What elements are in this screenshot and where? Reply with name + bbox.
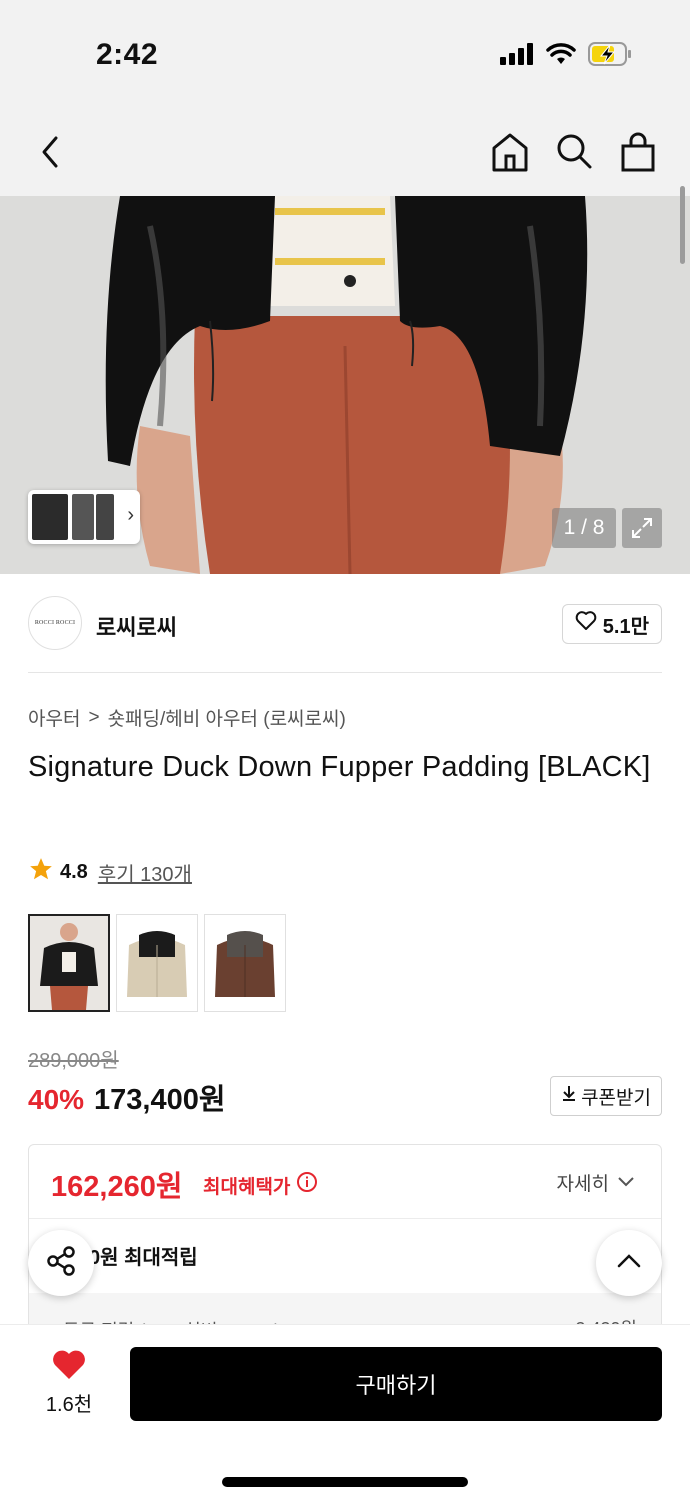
image-thumbnail-strip[interactable]: › [28, 490, 140, 544]
download-icon [561, 1084, 577, 1108]
product-image-carousel[interactable]: › 1 / 8 [0, 196, 690, 574]
status-icons [500, 42, 632, 71]
thumbnail-image [72, 494, 94, 540]
nav-bar [0, 110, 690, 196]
detail-toggle[interactable]: 자세히 [557, 1169, 635, 1196]
brand-row: ROCCI ROCCI 로씨로씨 5.1만 [28, 596, 662, 652]
image-counter: 1 / 8 [552, 508, 616, 548]
color-option-brown[interactable] [204, 914, 286, 1012]
nav-actions [490, 130, 658, 174]
color-option-beige[interactable] [116, 914, 198, 1012]
brand-name[interactable]: 로씨로씨 [96, 610, 177, 642]
chevron-up-icon [615, 1252, 643, 1275]
brand-logo[interactable]: ROCCI ROCCI [28, 596, 82, 650]
color-options [28, 914, 286, 1012]
max-benefit-price: 162,260원 [51, 1171, 183, 1203]
wish-button[interactable]: 1.6천 [40, 1349, 98, 1417]
battery-charging-icon [588, 42, 632, 71]
thumbnail-image [32, 494, 68, 540]
status-bar: 2:42 [0, 0, 690, 110]
bottom-bar: 1.6천 구매하기 [0, 1324, 690, 1500]
max-points: 0원 최대적립 [89, 1247, 198, 1269]
share-icon [44, 1244, 78, 1283]
scroll-top-button[interactable] [596, 1230, 662, 1296]
max-benefit-label: 최대혜택가 [203, 1171, 318, 1199]
wish-count: 1.6천 [45, 1394, 93, 1416]
buy-button[interactable]: 구매하기 [130, 1347, 662, 1421]
chevron-right-icon: › [127, 504, 134, 526]
home-indicator [222, 1477, 468, 1487]
benefit-box: 162,260원 최대혜택가 자세히 0원 최대적립 등급 적립 (LV.5 실… [28, 1144, 662, 1344]
heart-outline-icon [575, 611, 597, 637]
price-row: 40% 173,400원 [28, 1076, 226, 1118]
share-button[interactable] [28, 1230, 94, 1296]
chevron-down-icon [617, 1172, 635, 1194]
rating-score: 4.8 [60, 860, 88, 883]
search-icon[interactable] [554, 130, 594, 174]
breadcrumb: 아우터 > 숏패딩/헤비 아우터 (로씨로씨) [28, 704, 346, 731]
cellular-signal-icon [500, 43, 534, 70]
coupon-label: 쿠폰받기 [581, 1087, 651, 1109]
color-option-black[interactable] [28, 914, 110, 1012]
breadcrumb-separator: > [88, 706, 100, 728]
discount-rate: 40% [28, 1084, 85, 1115]
sale-price: 173,400원 [94, 1084, 226, 1116]
review-link[interactable]: 후기 130개 [98, 858, 192, 887]
breadcrumb-category[interactable]: 아우터 [28, 704, 80, 731]
original-price: 289,000원 [28, 1050, 119, 1072]
brand-like-button[interactable]: 5.1만 [561, 604, 662, 644]
info-icon[interactable] [296, 1171, 318, 1199]
thumbnail-image [96, 494, 114, 540]
benefit-summary: 162,260원 최대혜택가 자세히 [29, 1145, 661, 1219]
brand-like-count: 5.1만 [602, 615, 649, 638]
coupon-button[interactable]: 쿠폰받기 [550, 1076, 662, 1116]
scroll-indicator [680, 186, 685, 264]
divider [28, 672, 662, 673]
breadcrumb-subcategory[interactable]: 숏패딩/헤비 아우터 (로씨로씨) [108, 704, 346, 731]
expand-icon[interactable] [622, 508, 662, 548]
home-icon[interactable] [490, 130, 530, 174]
product-title: Signature Duck Down Fupper Padding [BLAC… [28, 751, 651, 783]
heart-filled-icon [51, 1350, 87, 1385]
shopping-bag-icon[interactable] [618, 130, 658, 174]
wifi-icon [546, 43, 576, 70]
rating-row: 4.8 후기 130개 [28, 856, 192, 888]
star-icon [28, 856, 54, 888]
status-time: 2:42 [96, 38, 159, 71]
back-icon[interactable] [34, 132, 70, 172]
